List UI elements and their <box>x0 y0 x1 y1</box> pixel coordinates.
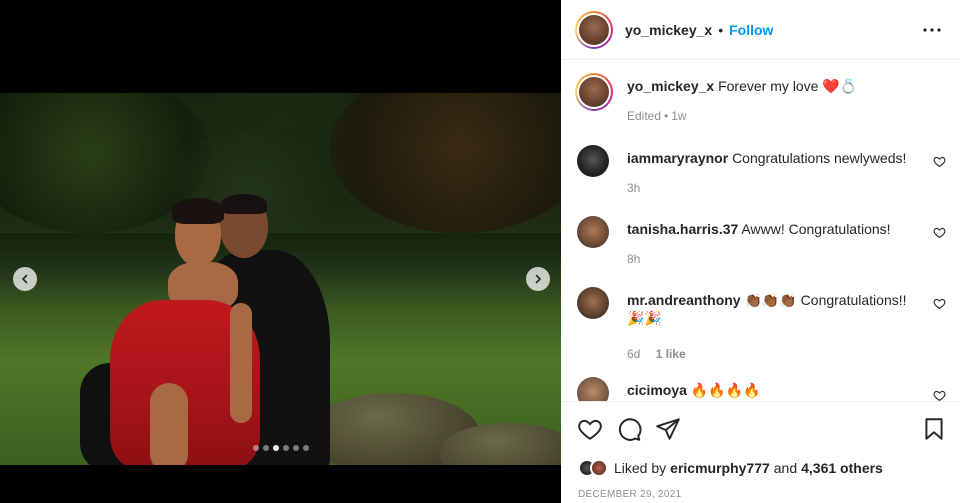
next-arrow-icon <box>535 274 541 284</box>
man-hair <box>221 194 267 214</box>
comment-username[interactable]: tanisha.harris.37 <box>627 221 738 237</box>
comment-icon[interactable] <box>616 416 642 442</box>
comment-time: 8h <box>627 252 641 266</box>
slide-dot <box>273 445 279 451</box>
woman-hair <box>172 198 224 224</box>
comment-avatar[interactable] <box>577 377 609 401</box>
caption-avatar[interactable] <box>575 73 613 111</box>
like-comment-heart-icon[interactable] <box>933 226 946 239</box>
comment-time: 6d <box>627 347 641 361</box>
like-comment-heart-icon[interactable] <box>933 155 946 168</box>
bookmark-icon[interactable] <box>921 416 947 442</box>
liker-avatar[interactable] <box>590 459 608 477</box>
caption: yo_mickey_x Forever my love ❤️💍 Edited • 1… <box>561 73 960 133</box>
caption-time: 1w <box>671 109 687 123</box>
share-icon[interactable] <box>655 416 681 442</box>
more-options-icon[interactable] <box>922 20 942 40</box>
woman-arm <box>230 303 252 423</box>
slide-dot <box>293 445 299 451</box>
slide-indicator <box>253 445 309 451</box>
comment-avatar[interactable] <box>577 216 609 248</box>
caption-text: Forever my love <box>718 78 819 94</box>
likes-summary: Liked by ericmurphy777 and 4,361 others <box>578 459 883 477</box>
post-media <box>0 0 561 503</box>
slide-dot <box>283 445 289 451</box>
comment-avatar[interactable] <box>577 287 609 319</box>
slide-dot <box>253 445 259 451</box>
comment-username[interactable]: cicimoya <box>627 382 687 398</box>
liked-by-prefix: Liked by <box>614 460 667 476</box>
prev-slide-button[interactable] <box>13 267 37 291</box>
woman-leg <box>150 383 188 465</box>
author-avatar[interactable] <box>575 10 613 49</box>
caption-username[interactable]: yo_mickey_x <box>627 78 714 94</box>
post-header: yo_mickey_x • Follow <box>561 0 960 60</box>
liked-by-user[interactable]: ericmurphy777 <box>670 460 770 476</box>
prev-arrow-icon <box>22 274 28 284</box>
comment-text: 🔥🔥🔥🔥 <box>690 382 761 398</box>
foliage <box>330 93 561 233</box>
like-comment-heart-icon[interactable] <box>933 389 946 401</box>
slide-dot <box>263 445 269 451</box>
comment-likes[interactable]: 1 like <box>656 347 686 361</box>
post-side-panel: yo_mickey_x • Follow yo_mickey_x Forever… <box>561 0 960 503</box>
comment-text: Awww! Congratulations! <box>741 221 891 237</box>
next-slide-button[interactable] <box>526 267 550 291</box>
separator: • <box>718 21 724 38</box>
comment-time: 3h <box>627 181 641 195</box>
caption-emoji: ❤️💍 <box>822 78 858 94</box>
likes-count[interactable]: 4,361 others <box>801 460 883 476</box>
post-photo <box>0 93 561 465</box>
comments-list: yo_mickey_x Forever my love ❤️💍 Edited • 1… <box>561 61 960 401</box>
comment-avatar[interactable] <box>577 145 609 177</box>
heart-icon[interactable] <box>577 416 603 442</box>
caption-meta: Edited • 1w <box>627 109 687 123</box>
liked-by-and: and <box>773 460 798 476</box>
author-username[interactable]: yo_mickey_x <box>625 22 712 38</box>
post-date: DECEMBER 29, 2021 <box>578 489 682 500</box>
comment-text: Congratulations newlyweds! <box>732 150 907 166</box>
like-comment-heart-icon[interactable] <box>933 297 946 310</box>
edited-label: Edited <box>627 109 662 123</box>
slide-dot <box>303 445 309 451</box>
comment-username[interactable]: mr.andreanthony <box>627 292 741 308</box>
post-actions: Liked by ericmurphy777 and 4,361 others … <box>561 401 960 503</box>
follow-button[interactable]: Follow <box>729 22 773 38</box>
comment-username[interactable]: iammaryraynor <box>627 150 728 166</box>
